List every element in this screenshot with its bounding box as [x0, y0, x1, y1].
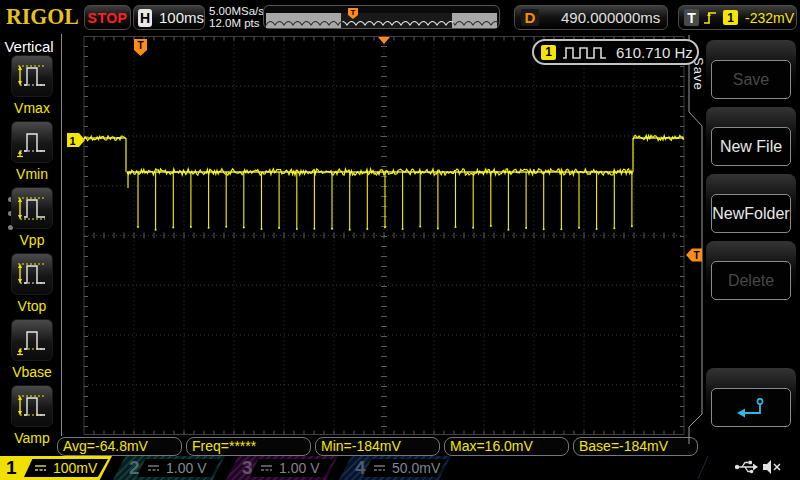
- status-icons: [0, 0, 800, 480]
- freq-value: 610.710 Hz: [616, 44, 693, 61]
- freq-channel-badge: 1: [541, 45, 556, 60]
- usb-icon: [735, 461, 758, 474]
- square-wave-icon: [562, 45, 608, 60]
- frequency-counter: 1 610.710 Hz: [532, 39, 699, 65]
- speaker-muted-icon: [763, 460, 780, 474]
